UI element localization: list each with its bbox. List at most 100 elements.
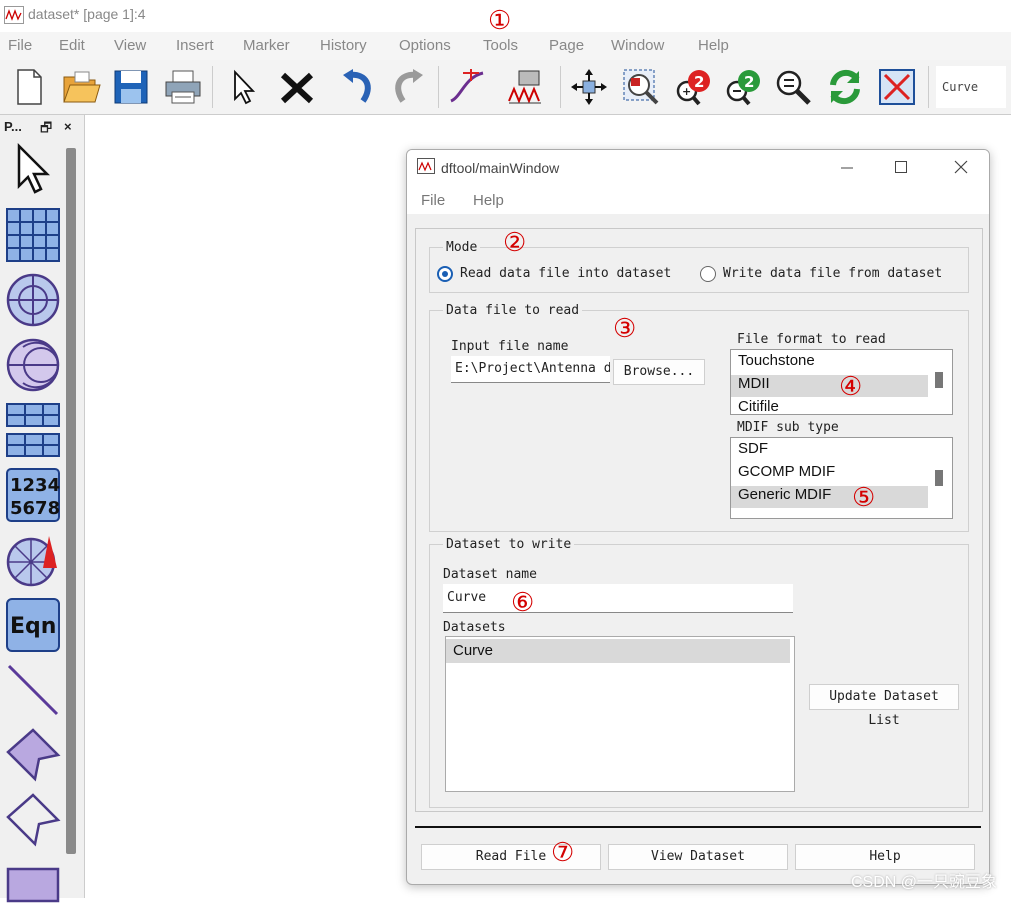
menu-insert[interactable]: Insert: [176, 37, 214, 54]
maximize-icon[interactable]: [893, 159, 909, 175]
undo-icon[interactable]: [336, 66, 378, 108]
mdif-subtype-scrollbar[interactable]: [935, 470, 943, 486]
mode-group-title: Mode: [443, 240, 481, 255]
toolbar-separator: [212, 66, 213, 108]
file-format-item-mdii[interactable]: MDII: [731, 375, 928, 397]
window-title: dataset* [page 1]:4: [28, 6, 146, 22]
write-mode-label: Write data file from dataset: [723, 266, 943, 281]
delete-icon[interactable]: [276, 66, 318, 108]
read-mode-radio[interactable]: [437, 266, 453, 282]
polyline-tool-icon[interactable]: [4, 791, 62, 849]
menu-view[interactable]: View: [114, 37, 146, 54]
dialog-app-icon: [417, 158, 435, 174]
menu-tools[interactable]: Tools: [483, 37, 518, 54]
menu-marker[interactable]: Marker: [243, 37, 290, 54]
zoom-out-icon[interactable]: 2: [722, 66, 764, 108]
menu-options[interactable]: Options: [399, 37, 451, 54]
save-icon[interactable]: [110, 66, 152, 108]
stacked-table-tool-icon[interactable]: [4, 401, 62, 459]
annotation-6: ⑥: [511, 588, 535, 618]
float-panel-icon[interactable]: 🗗: [40, 119, 52, 141]
plot-settings-icon[interactable]: [504, 66, 546, 108]
menu-window[interactable]: Window: [611, 37, 664, 54]
minimize-icon[interactable]: [839, 160, 855, 176]
pointer-tool-icon[interactable]: [4, 141, 62, 199]
browse-button[interactable]: Browse...: [613, 359, 705, 385]
antenna-plot-tool-icon[interactable]: [4, 531, 62, 589]
data-file-group-title: Data file to read: [443, 303, 583, 318]
subtype-item-sdf[interactable]: SDF: [731, 440, 928, 462]
dialog-title-bar: dftool/mainWindow: [407, 150, 989, 186]
equation-tool-icon[interactable]: Eqn: [4, 596, 62, 654]
menu-edit[interactable]: Edit: [59, 37, 85, 54]
pan-icon[interactable]: [568, 66, 610, 108]
pointer-icon[interactable]: [222, 66, 264, 108]
annotation-7: ⑦: [551, 838, 575, 868]
close-panel-icon[interactable]: ×: [64, 119, 72, 134]
mdif-subtype-list[interactable]: SDF GCOMP MDIF Generic MDIF: [730, 437, 953, 519]
new-file-icon[interactable]: [8, 66, 50, 108]
datasets-label: Datasets: [443, 620, 506, 635]
trace-icon[interactable]: [446, 66, 488, 108]
line-tool-icon[interactable]: [4, 661, 62, 719]
toolbar-separator: [438, 66, 439, 108]
annotation-2: ②: [503, 228, 527, 258]
zoom-fit-icon[interactable]: [772, 66, 814, 108]
view-dataset-button[interactable]: View Dataset: [608, 844, 788, 870]
refresh-icon[interactable]: [824, 66, 866, 108]
dataset-group-title: Dataset to write: [443, 537, 575, 552]
file-format-item-citifile[interactable]: Citifile: [731, 398, 928, 414]
open-folder-icon[interactable]: [60, 66, 102, 108]
svg-text:2: 2: [744, 73, 754, 91]
menu-help[interactable]: Help: [698, 37, 729, 54]
dataset-name-field[interactable]: Curve: [443, 584, 793, 613]
svg-text:Eqn: Eqn: [10, 614, 56, 639]
print-icon[interactable]: [162, 66, 204, 108]
menu-file[interactable]: File: [8, 37, 32, 54]
dialog-title: dftool/mainWindow: [441, 160, 560, 176]
toolbar: 2 + 2: [0, 60, 1011, 115]
svg-text:5678: 5678: [10, 498, 60, 519]
palette-title: P...: [4, 119, 22, 134]
table-tool-icon[interactable]: [4, 206, 62, 264]
polygon-tool-icon[interactable]: [4, 726, 62, 784]
menu-bar: File Edit View Insert Marker History Opt…: [0, 32, 1011, 60]
datasets-list[interactable]: Curve: [445, 636, 795, 792]
redo-icon[interactable]: [388, 66, 430, 108]
curve-selector[interactable]: Curve: [936, 66, 1006, 108]
help-button[interactable]: Help: [795, 844, 975, 870]
dialog-menu-file[interactable]: File: [421, 192, 445, 209]
zoom-in-icon[interactable]: 2 +: [672, 66, 714, 108]
annotation-5: ⑤: [852, 483, 876, 513]
menu-history[interactable]: History: [320, 37, 367, 54]
file-format-scrollbar[interactable]: [935, 372, 943, 388]
polar-plot-tool-icon[interactable]: [4, 271, 62, 329]
curve-selector-value: Curve: [942, 80, 979, 94]
subtype-item-generic[interactable]: Generic MDIF: [731, 486, 928, 508]
smith-chart-tool-icon[interactable]: [4, 336, 62, 394]
subtype-item-gcomp[interactable]: GCOMP MDIF: [731, 463, 928, 485]
input-file-field[interactable]: E:\Project\Antenna d: [451, 356, 610, 383]
dftool-dialog: dftool/mainWindow File Help Mode Read da…: [406, 149, 990, 885]
dataset-item-curve[interactable]: Curve: [446, 639, 790, 663]
app-icon: [4, 6, 24, 24]
file-format-item-touchstone[interactable]: Touchstone: [731, 352, 928, 374]
palette-scrollbar[interactable]: [66, 148, 76, 854]
menu-page[interactable]: Page: [549, 37, 584, 54]
toolbar-separator: [928, 66, 929, 108]
file-format-label: File format to read: [737, 332, 886, 347]
rectangle-tool-icon[interactable]: [4, 856, 62, 914]
svg-text:+: +: [682, 85, 691, 98]
clear-icon[interactable]: [876, 66, 918, 108]
svg-text:2: 2: [694, 73, 704, 91]
close-icon[interactable]: [953, 159, 969, 175]
update-dataset-list-button[interactable]: Update Dataset List: [809, 684, 959, 728]
toolbar-separator: [560, 66, 561, 108]
annotation-3: ③: [613, 314, 637, 344]
write-mode-radio[interactable]: [700, 266, 716, 282]
dialog-menu-help[interactable]: Help: [473, 192, 504, 209]
read-mode-label: Read data file into dataset: [460, 266, 672, 281]
list-tool-icon[interactable]: 1234 5678: [4, 466, 62, 524]
dataset-name-label: Dataset name: [443, 567, 537, 582]
zoom-box-icon[interactable]: [620, 66, 662, 108]
